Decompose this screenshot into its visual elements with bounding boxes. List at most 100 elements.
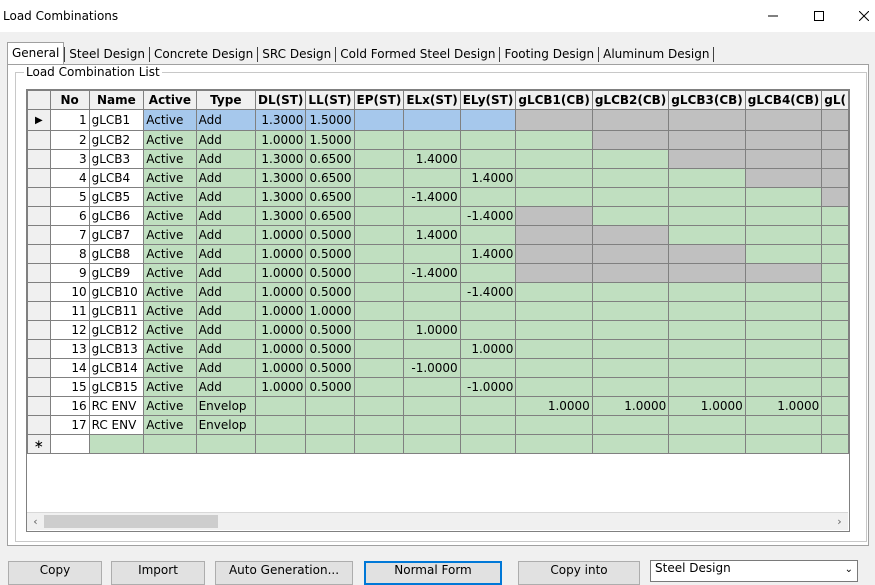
cell-no[interactable]: 7: [49, 225, 90, 245]
cell-c3[interactable]: [668, 377, 746, 397]
cell-name[interactable]: gLCB7: [88, 225, 145, 245]
cell-ep[interactable]: [353, 168, 405, 188]
col-header-ll[interactable]: LL(ST): [305, 90, 355, 110]
cell-c4[interactable]: [744, 301, 823, 321]
row-header[interactable]: ▶: [27, 109, 51, 131]
cell-ely[interactable]: [459, 130, 517, 150]
cell-dl[interactable]: 1.0000: [255, 377, 307, 397]
cell-elx[interactable]: [403, 339, 461, 359]
cell-ep[interactable]: [353, 206, 405, 226]
col-header-ep[interactable]: EP(ST): [353, 90, 405, 110]
cell-ep[interactable]: [353, 109, 405, 131]
cell-dl[interactable]: 1.0000: [255, 263, 307, 283]
cell-ep[interactable]: [353, 339, 405, 359]
cell-no[interactable]: 6: [49, 206, 90, 226]
cell-no[interactable]: 5: [49, 187, 90, 207]
cell-dl[interactable]: [255, 415, 307, 435]
cell-empty[interactable]: [459, 434, 517, 454]
cell-no[interactable]: 13: [49, 339, 90, 359]
table-row[interactable]: 11 gLCB11 Active Add 1.0000 1.0000: [27, 301, 849, 321]
cell-glcb5[interactable]: [821, 396, 849, 416]
cell-c3[interactable]: [668, 225, 746, 245]
cell-name[interactable]: gLCB10: [88, 282, 145, 302]
table-row[interactable]: 2 gLCB2 Active Add 1.0000 1.5000: [27, 130, 849, 150]
cell-active[interactable]: Active: [143, 320, 197, 340]
cell-c1[interactable]: [515, 206, 593, 226]
cell-no[interactable]: 16: [49, 396, 90, 416]
cell-empty[interactable]: [143, 434, 197, 454]
table-row[interactable]: 4 gLCB4 Active Add 1.3000 0.6500 1.4000: [27, 168, 849, 188]
cell-empty[interactable]: [353, 434, 405, 454]
cell-dl[interactable]: 1.0000: [255, 358, 307, 378]
cell-active[interactable]: Active: [143, 187, 197, 207]
cell-c4[interactable]: [744, 168, 823, 188]
col-header-ely[interactable]: ELy(ST): [459, 90, 517, 110]
cell-c4[interactable]: [744, 130, 823, 150]
cell-dl[interactable]: 1.3000: [255, 109, 307, 131]
cell-glcb5[interactable]: [821, 130, 849, 150]
cell-name[interactable]: gLCB13: [88, 339, 145, 359]
row-header[interactable]: [27, 130, 51, 150]
cell-name[interactable]: gLCB12: [88, 320, 145, 340]
tab-src-design[interactable]: SRC Design: [258, 45, 335, 64]
cell-ll[interactable]: 0.5000: [305, 358, 355, 378]
cell-c3[interactable]: [668, 415, 746, 435]
cell-empty[interactable]: [591, 434, 670, 454]
cell-c1[interactable]: [515, 168, 593, 188]
cell-no[interactable]: 4: [49, 168, 90, 188]
table-row[interactable]: 6 gLCB6 Active Add 1.3000 0.6500 -1.4000: [27, 206, 849, 226]
cell-elx[interactable]: [403, 377, 461, 397]
cell-no[interactable]: 8: [49, 244, 90, 264]
row-header[interactable]: [27, 396, 51, 416]
table-row[interactable]: 17 RC ENV Active Envelop: [27, 415, 849, 435]
cell-c2[interactable]: [591, 358, 670, 378]
cell-dl[interactable]: 1.3000: [255, 149, 307, 169]
cell-c4[interactable]: [744, 358, 823, 378]
cell-no[interactable]: 2: [49, 130, 90, 150]
table-row[interactable]: 3 gLCB3 Active Add 1.3000 0.6500 1.4000: [27, 149, 849, 169]
cell-name[interactable]: gLCB6: [88, 206, 145, 226]
cell-active[interactable]: Active: [143, 149, 197, 169]
cell-empty[interactable]: [403, 434, 461, 454]
cell-ll[interactable]: 1.0000: [305, 301, 355, 321]
cell-c3[interactable]: [668, 301, 746, 321]
auto-generation-button[interactable]: Auto Generation...: [215, 561, 353, 585]
cell-c1[interactable]: [515, 339, 593, 359]
cell-active[interactable]: Active: [143, 168, 197, 188]
cell-type[interactable]: Add: [195, 282, 257, 302]
cell-ely[interactable]: -1.4000: [459, 206, 517, 226]
col-header-dl[interactable]: DL(ST): [255, 90, 307, 110]
cell-ely[interactable]: 1.4000: [459, 244, 517, 264]
cell-ll[interactable]: 0.6500: [305, 187, 355, 207]
cell-c2[interactable]: [591, 225, 670, 245]
cell-glcb5[interactable]: [821, 206, 849, 226]
cell-ely[interactable]: -1.0000: [459, 377, 517, 397]
col-header-elx[interactable]: ELx(ST): [403, 90, 461, 110]
cell-elx[interactable]: -1.4000: [403, 187, 461, 207]
cell-c4[interactable]: [744, 187, 823, 207]
tab-footing-design[interactable]: Footing Design: [500, 45, 598, 64]
cell-type[interactable]: Add: [195, 168, 257, 188]
cell-elx[interactable]: [403, 282, 461, 302]
row-header[interactable]: [27, 206, 51, 226]
cell-c3[interactable]: [668, 109, 746, 131]
table-row[interactable]: 5 gLCB5 Active Add 1.3000 0.6500 -1.4000: [27, 187, 849, 207]
cell-c2[interactable]: [591, 320, 670, 340]
cell-empty[interactable]: [255, 434, 307, 454]
col-header-glcb3[interactable]: gLCB3(CB): [668, 90, 746, 110]
cell-dl[interactable]: 1.3000: [255, 168, 307, 188]
cell-ll[interactable]: 0.5000: [305, 377, 355, 397]
cell-c4[interactable]: [744, 377, 823, 397]
normal-form-button[interactable]: Normal Form: [364, 561, 502, 585]
cell-name[interactable]: gLCB2: [88, 130, 145, 150]
cell-dl[interactable]: 1.0000: [255, 130, 307, 150]
cell-elx[interactable]: [403, 109, 461, 131]
cell-ll[interactable]: 0.5000: [305, 263, 355, 283]
cell-c3[interactable]: [668, 320, 746, 340]
cell-c4[interactable]: [744, 244, 823, 264]
cell-c3[interactable]: 1.0000: [668, 396, 746, 416]
cell-ep[interactable]: [353, 396, 405, 416]
cell-ely[interactable]: 1.4000: [459, 168, 517, 188]
cell-type[interactable]: Add: [195, 301, 257, 321]
cell-type[interactable]: Add: [195, 358, 257, 378]
